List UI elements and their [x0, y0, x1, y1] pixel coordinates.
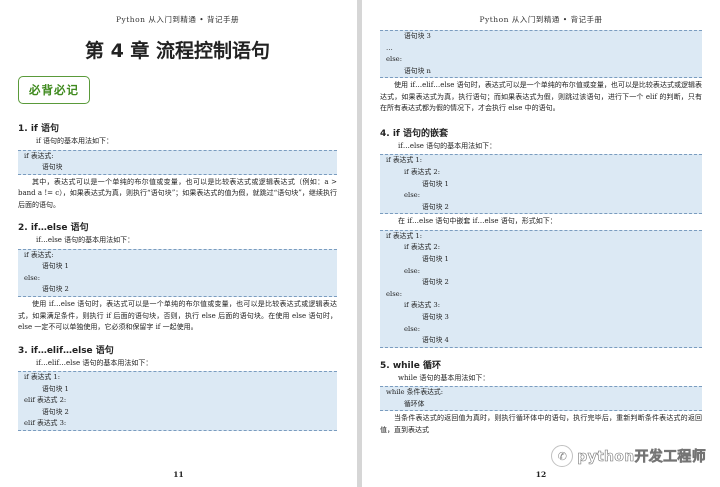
- chapter-title: 第 4 章 流程控制语句: [84, 40, 271, 62]
- section-heading-nested-if: 4. if 语句的嵌套: [380, 128, 448, 139]
- running-head: Python 从入门到精通 • 背记手册: [479, 15, 603, 24]
- code-line: 语句块 2: [422, 202, 449, 211]
- section-heading-if-elif-else: 3. if…elif…else 语句: [18, 345, 114, 356]
- paragraph: 使用 if…else 语句时，表达式可以是一个单纯的布尔值或变量，也可以是比较表…: [18, 300, 337, 332]
- paragraph: 其中，表达式可以是一个单纯的布尔值或变量，也可以是比较表达式或逻辑表达式（例如：…: [18, 177, 337, 209]
- section-intro: while 语句的基本用法如下：: [398, 373, 490, 382]
- code-line: 语句块 2: [42, 407, 69, 416]
- code-line: 循环体: [404, 399, 425, 408]
- section-intro: if…elif…else 语句的基本用法如下：: [36, 358, 153, 367]
- code-line: 语句块 3: [422, 313, 449, 321]
- code-line: if 表达式 3:: [404, 301, 441, 310]
- section-heading-if: 1. if 语句: [18, 124, 59, 134]
- code-block-continued: 语句块 3 … else: 语句块 n: [380, 30, 702, 79]
- code-line: …: [386, 43, 393, 52]
- code-line: if 表达式 1:: [24, 373, 61, 382]
- right-page: Python 从入门到精通 • 背记手册 语句块 3 … else: 语句块 n…: [362, 0, 720, 487]
- code-block-nested-1: if 表达式 1: if 表达式 2: 语句块 1 else: 语句块 2: [380, 154, 702, 215]
- watermark: ✆ python开发工程师: [551, 445, 706, 467]
- section-intro: if 语句的基本用法如下：: [36, 137, 114, 145]
- code-line: 语句块 n: [404, 66, 431, 75]
- code-line: 语句块 2: [422, 278, 449, 287]
- code-line: else:: [386, 289, 402, 298]
- section-intro: if…else 语句的基本用法如下：: [398, 141, 497, 150]
- book-spread: Python 从入门到精通 • 背记手册 第 4 章 流程控制语句 必背必记 1…: [0, 0, 720, 487]
- code-line: if 表达式:: [24, 250, 54, 259]
- code-line: elif 表达式 3:: [24, 419, 67, 428]
- code-line: elif 表达式 2:: [24, 396, 67, 405]
- code-line: else:: [404, 191, 420, 200]
- paragraph: 在 if…else 语句中嵌套 if…else 语句，形式如下：: [398, 217, 557, 226]
- running-head: Python 从入门到精通 • 背记手册: [115, 15, 240, 24]
- code-line: if 表达式 2:: [404, 167, 441, 176]
- page-number: 11: [173, 470, 184, 479]
- wechat-logo-icon: ✆: [551, 445, 574, 467]
- code-block-while: while 条件表达式: 循环体: [380, 386, 702, 412]
- code-line: else:: [386, 55, 402, 64]
- page-number: 12: [535, 470, 547, 479]
- code-block-nested-2: if 表达式 1: if 表达式 2: 语句块 1 else: 语句块 2 el…: [380, 229, 702, 348]
- code-line: if 表达式:: [24, 151, 54, 160]
- code-line: 语句块 1: [42, 262, 69, 271]
- code-line: while 条件表达式:: [386, 388, 444, 397]
- code-line: else:: [404, 266, 420, 275]
- code-line: 语句块 2: [42, 285, 69, 294]
- section-intro: if…else 语句的基本用法如下：: [36, 236, 135, 245]
- code-line: 语句块 1: [42, 384, 69, 393]
- left-page: Python 从入门到精通 • 背记手册 第 4 章 流程控制语句 必背必记 1…: [0, 0, 357, 487]
- watermark-text: python开发工程师: [577, 449, 706, 466]
- section-heading-while: 5. while 循环: [380, 360, 441, 371]
- code-line: if 表达式 1:: [386, 231, 423, 240]
- code-line: 语句块: [42, 163, 63, 172]
- section-heading-if-else: 2. if…else 语句: [18, 223, 89, 234]
- code-block-if-elif-else: if 表达式 1: 语句块 1 elif 表达式 2: 语句块 2 elif 表…: [18, 371, 337, 432]
- code-line: if 表达式 1:: [386, 156, 423, 165]
- code-line: else:: [24, 273, 40, 282]
- paragraph: 当条件表达式的返回值为真时，则执行循环体中的语句，执行完毕后，重新判断条件表达式…: [380, 414, 702, 434]
- paragraph: 使用 if…elif…else 语句时，表达式可以是一个单纯的布尔值或变量，也可…: [380, 81, 702, 113]
- code-line: 语句块 3: [404, 32, 431, 40]
- code-line: if 表达式 2:: [404, 243, 441, 252]
- code-block-if-else: if 表达式: 语句块 1 else: 语句块 2: [18, 248, 337, 298]
- code-block-if: if 表达式: 语句块: [18, 149, 337, 175]
- must-remember-badge: 必背必记: [18, 76, 90, 104]
- code-line: else:: [404, 324, 420, 333]
- code-line: 语句块 1: [422, 179, 449, 188]
- code-line: 语句块 4: [422, 336, 449, 345]
- code-line: 语句块 1: [422, 255, 449, 264]
